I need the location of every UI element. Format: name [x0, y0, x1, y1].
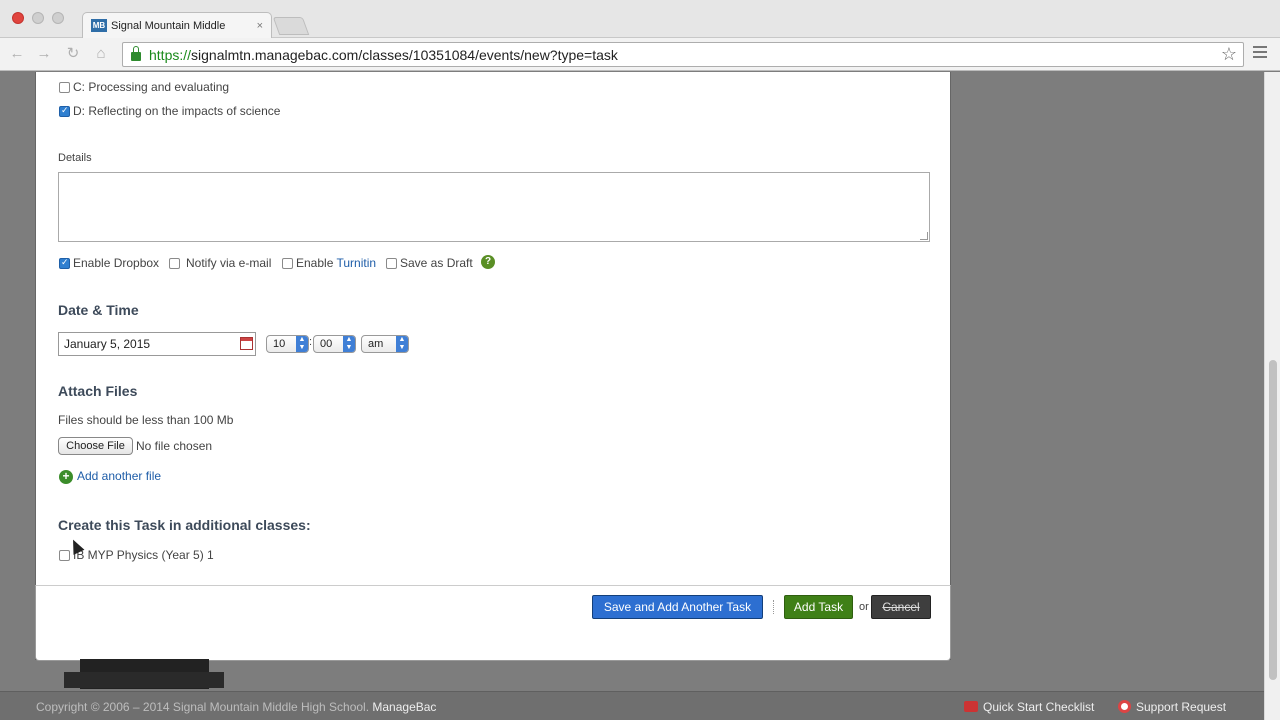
save-as-draft-label: Save as Draft [400, 256, 473, 270]
window-close-button[interactable] [12, 12, 24, 24]
ampm-select[interactable]: am ▲ ▼ [361, 335, 409, 353]
file-size-note: Files should be less than 100 Mb [58, 413, 234, 427]
managebac-link[interactable]: ManageBac [372, 700, 436, 714]
cancel-button[interactable]: Cancel [871, 595, 931, 619]
minute-select[interactable]: 00 ▲ ▼ [313, 335, 356, 353]
page-scrollbar[interactable] [1264, 72, 1280, 720]
hour-select[interactable]: 10 ▲ ▼ [266, 335, 309, 353]
forward-arrow-icon[interactable]: → [35, 45, 53, 63]
criterion-d-label: D: Reflecting on the impacts of science [73, 104, 281, 118]
tab-close-icon[interactable]: × [257, 20, 263, 32]
quick-start-checklist-link[interactable]: Quick Start Checklist [983, 700, 1094, 714]
hour-value: 10 [273, 338, 286, 350]
hamburger-menu-icon[interactable] [1253, 46, 1267, 60]
browser-titlebar: MB Signal Mountain Middle × [0, 0, 1280, 38]
or-text: or [859, 601, 869, 613]
notify-email-label: Notify via e-mail [186, 256, 272, 270]
home-icon[interactable]: ⌂ [92, 45, 110, 63]
criterion-c-checkbox[interactable] [59, 82, 70, 93]
class-label: IB MYP Physics (Year 5) 1 [73, 548, 214, 562]
window-minimize-button[interactable] [32, 12, 44, 24]
window-maximize-button[interactable] [52, 12, 64, 24]
checklist-icon [964, 701, 978, 712]
notify-email-checkbox[interactable] [169, 258, 180, 269]
lock-icon [131, 46, 141, 61]
copyright-text: Copyright © 2006 – 2014 Signal Mountain … [36, 700, 437, 714]
reload-icon[interactable]: ↻ [64, 45, 82, 63]
additional-classes-heading: Create this Task in additional classes: [58, 517, 311, 533]
class-checkbox[interactable] [59, 550, 70, 561]
page-footer: Copyright © 2006 – 2014 Signal Mountain … [0, 691, 1264, 720]
enable-dropbox-checkbox[interactable] [59, 257, 70, 269]
tab-title: Signal Mountain Middle [111, 19, 226, 32]
browser-tab[interactable]: MB Signal Mountain Middle × [82, 12, 272, 38]
file-status: No file chosen [136, 439, 213, 453]
turnitin-link[interactable]: Turnitin [336, 256, 376, 270]
scrollbar-thumb[interactable] [1269, 360, 1277, 680]
choose-file-button[interactable]: Choose File [58, 437, 133, 455]
details-textarea[interactable] [58, 172, 930, 242]
date-time-heading: Date & Time [58, 302, 139, 318]
attach-files-heading: Attach Files [58, 383, 138, 399]
page-viewport: C: Processing and evaluating D: Reflecti… [0, 72, 1264, 720]
address-bar[interactable]: https://signalmtn.managebac.com/classes/… [122, 42, 1244, 67]
managebac-favicon-icon: MB [91, 19, 107, 32]
save-and-add-another-button[interactable]: Save and Add Another Task [592, 595, 763, 619]
date-value: January 5, 2015 [64, 337, 151, 351]
minute-value: 00 [320, 338, 333, 350]
enable-dropbox-label: Enable Dropbox [73, 256, 160, 270]
new-tab-button[interactable] [272, 17, 310, 35]
select-arrows-icon: ▲ ▼ [296, 336, 308, 352]
ampm-value: am [368, 338, 384, 350]
select-arrows-icon: ▲ ▼ [343, 336, 355, 352]
enable-turnitin-label: Enable Turnitin [296, 256, 377, 270]
resize-grip-icon[interactable] [920, 232, 928, 240]
date-input[interactable]: January 5, 2015 [58, 332, 256, 356]
criterion-d-checkbox[interactable] [59, 105, 70, 117]
enable-turnitin-checkbox[interactable] [282, 258, 293, 269]
time-separator: : [309, 336, 313, 348]
save-as-draft-checkbox[interactable] [386, 258, 397, 269]
browser-toolbar: ← → ↻ ⌂ https://signalmtn.managebac.com/… [0, 38, 1280, 71]
help-icon[interactable]: ? [481, 255, 495, 269]
criterion-c-label: C: Processing and evaluating [73, 80, 230, 94]
lifebuoy-icon [1118, 700, 1131, 713]
add-task-button[interactable]: Add Task [784, 595, 853, 619]
new-task-dialog [35, 72, 951, 660]
add-file-icon[interactable]: + [59, 470, 73, 484]
back-arrow-icon[interactable]: ← [8, 45, 26, 63]
url-text: https://signalmtn.managebac.com/classes/… [149, 46, 618, 63]
button-divider [773, 600, 774, 614]
calendar-icon[interactable] [240, 337, 253, 350]
obscured-region [64, 672, 224, 688]
select-arrows-icon: ▲ ▼ [396, 336, 408, 352]
star-icon[interactable]: ☆ [1221, 44, 1237, 65]
details-label: Details [58, 152, 92, 164]
support-request-link[interactable]: Support Request [1136, 700, 1226, 714]
add-another-file-link[interactable]: Add another file [77, 469, 161, 483]
